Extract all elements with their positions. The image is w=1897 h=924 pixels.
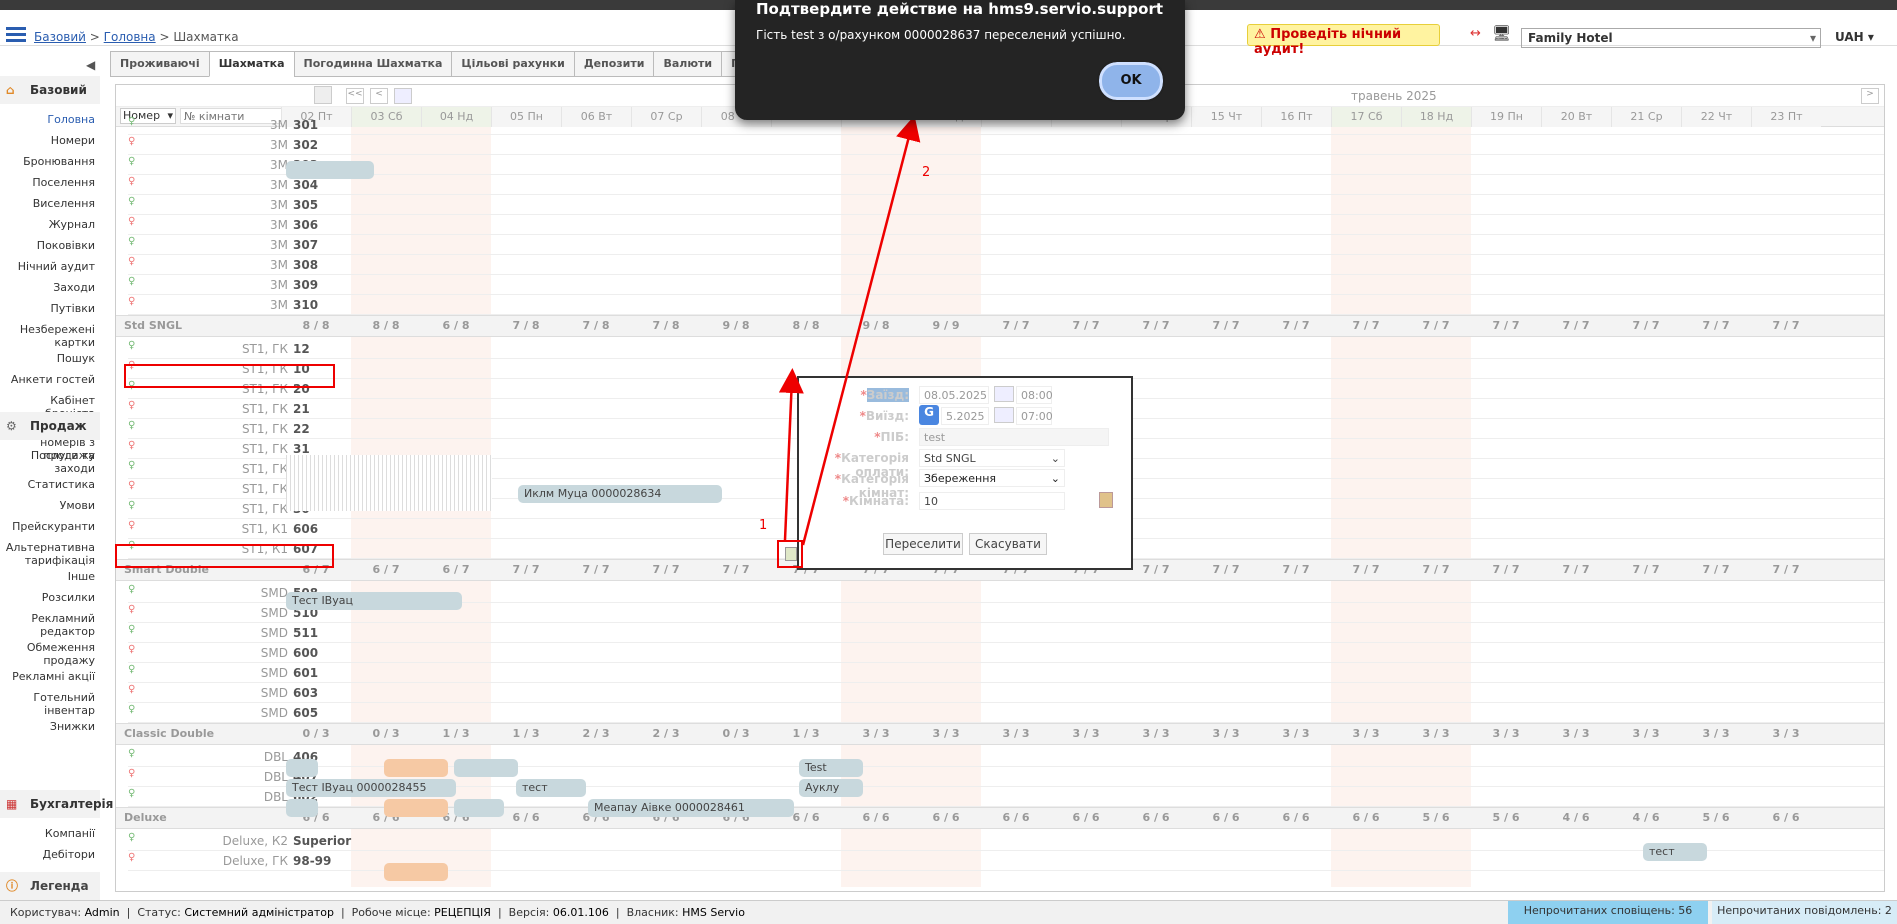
status-place-value: РЕЦЕПЦІЯ: [434, 906, 491, 919]
annotation-arrows: [778, 115, 921, 546]
dialog-title: Подтвердите действие на hms9.servio.supp…: [756, 0, 1164, 18]
status-owner-label: Власник:: [626, 906, 679, 919]
dialog-ok-button[interactable]: OK: [1097, 60, 1165, 102]
status-user: Користувач: Admin | Статус: Системний ад…: [10, 906, 745, 919]
unread-messages-badge[interactable]: Непрочитаних повідомлень: 2: [1712, 901, 1897, 924]
status-user-value: Admin: [84, 906, 120, 919]
confirm-dialog: Подтвердите действие на hms9.servio.supp…: [735, 0, 1185, 120]
status-role-label: Статус:: [137, 906, 181, 919]
arrow-2: [801, 115, 921, 546]
status-user-label: Користувач:: [10, 906, 82, 919]
status-version-value: 06.01.106: [552, 906, 609, 919]
status-bar: Користувач: Admin | Статус: Системний ад…: [0, 900, 1897, 924]
dialog-message: Гість test з о/рахунком 0000028637 перес…: [756, 28, 1126, 42]
status-owner-value: HMS Servio: [682, 906, 745, 919]
status-place-label: Робоче місце:: [351, 906, 431, 919]
status-version-label: Версія:: [508, 906, 550, 919]
status-role-value: Системний адміністратор: [184, 906, 334, 919]
arrow-1: [778, 368, 804, 541]
unread-alerts-badge[interactable]: Непрочитаних сповіщень: 56: [1508, 901, 1708, 924]
